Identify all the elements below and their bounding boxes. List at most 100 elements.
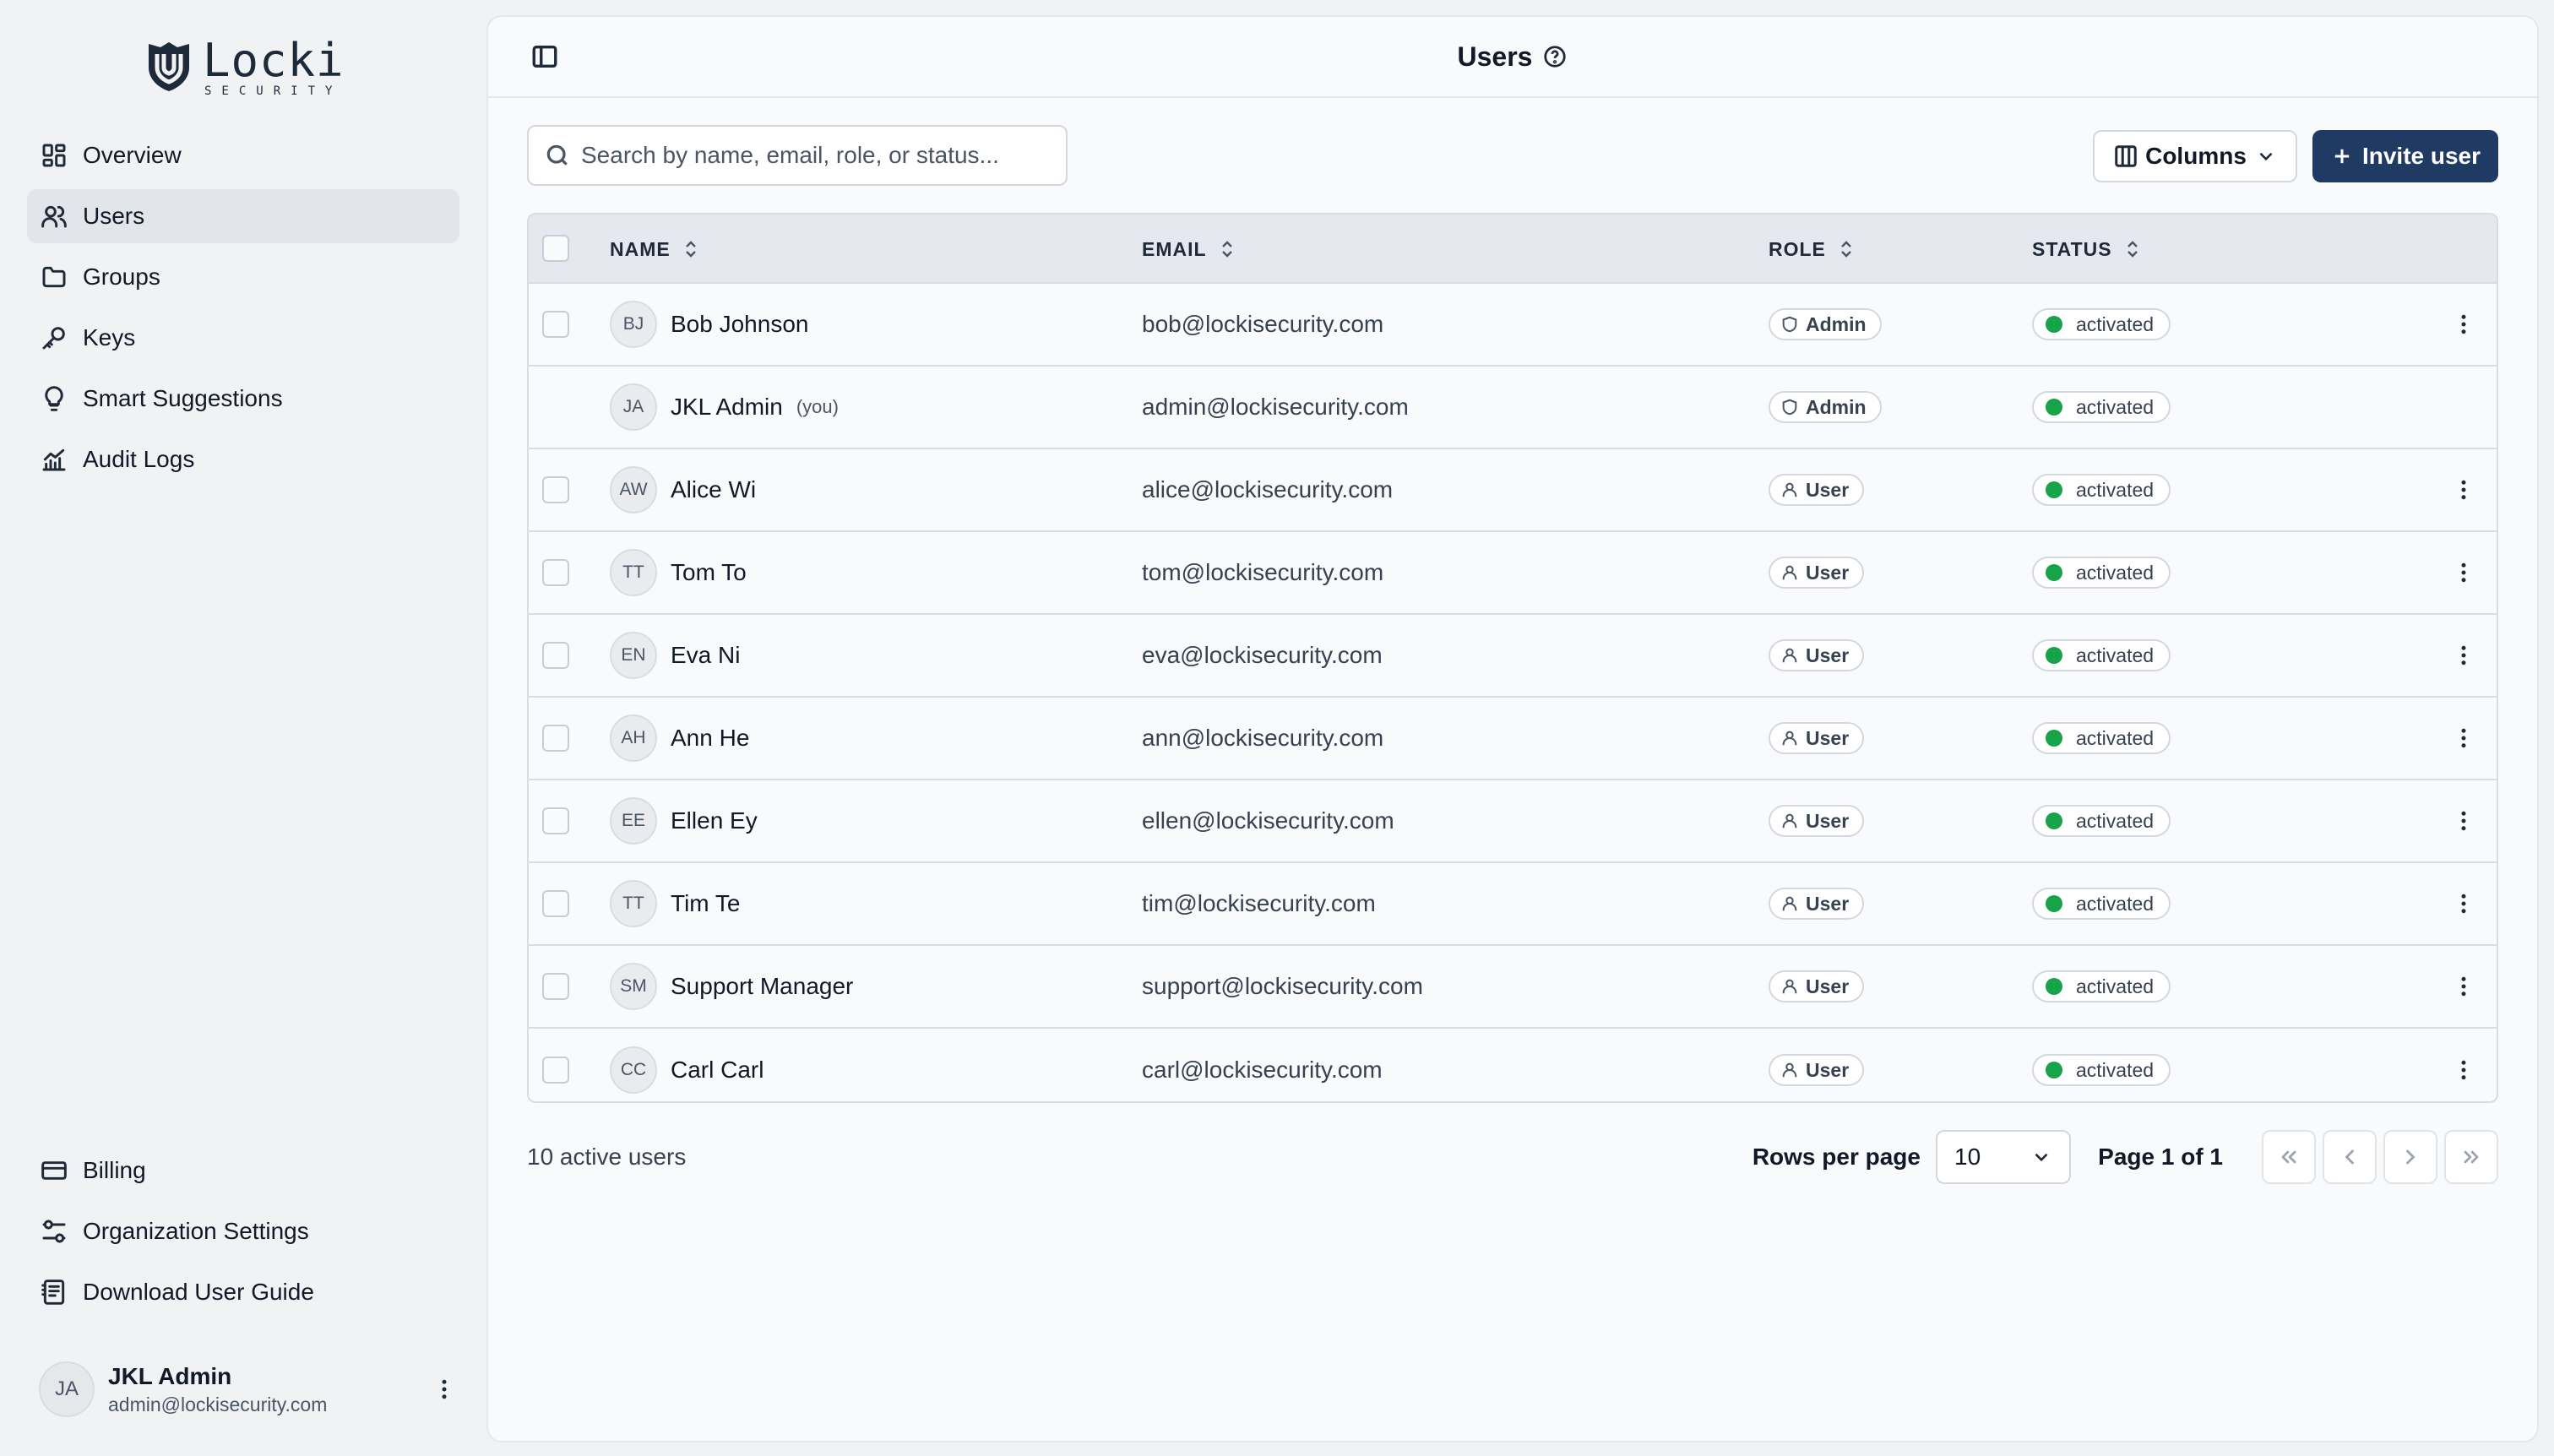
table-row[interactable]: EE Ellen Ey ellen@lockisecurity.com User act… <box>529 780 2497 863</box>
sidebar-item-groups[interactable]: Groups <box>27 250 459 304</box>
sidebar-item-keys[interactable]: Keys <box>27 311 459 365</box>
status-dot <box>2046 647 2062 664</box>
status-badge: activated <box>2032 557 2171 589</box>
columns-button[interactable]: Columns <box>2093 130 2297 182</box>
row-checkbox[interactable] <box>542 890 569 917</box>
column-header-label: EMAIL <box>1142 237 1207 260</box>
pagination <box>2255 1130 2498 1184</box>
status-dot <box>2046 316 2062 333</box>
sidebar-item-label: Download User Guide <box>83 1279 314 1305</box>
sidebar-item-label: Audit Logs <box>83 446 195 472</box>
sidebar-item-audit-logs[interactable]: Audit Logs <box>27 432 459 486</box>
next-page-button[interactable] <box>2383 1130 2437 1184</box>
sidebar-item-organization-settings[interactable]: Organization Settings <box>27 1204 459 1258</box>
more-vertical-icon <box>2461 1060 2466 1080</box>
user-icon <box>1782 896 1797 911</box>
current-user-card[interactable]: JA JKL Admin admin@lockisecurity.com <box>39 1360 461 1419</box>
previous-page-button[interactable] <box>2323 1130 2377 1184</box>
column-header-name[interactable]: NAME <box>610 215 701 284</box>
sidebar-toggle-icon[interactable] <box>530 42 561 73</box>
column-header-label: ROLE <box>1769 237 1826 260</box>
status-dot <box>2046 978 2062 995</box>
table-row[interactable]: BJ Bob Johnson bob@lockisecurity.com Admin a… <box>529 284 2497 367</box>
help-circle-icon[interactable] <box>1542 44 1568 69</box>
table-row[interactable]: TT Tim Te tim@lockisecurity.com User activat… <box>529 863 2497 946</box>
column-header-role[interactable]: ROLE <box>1769 215 1856 284</box>
user-icon <box>1782 979 1797 994</box>
column-header-status[interactable]: STATUS <box>2032 215 2143 284</box>
row-checkbox[interactable] <box>542 559 569 586</box>
row-actions-button[interactable] <box>2451 449 2476 530</box>
table-row[interactable]: EN Eva Ni eva@lockisecurity.com User activat… <box>529 615 2497 698</box>
sidebar-item-smart-suggestions[interactable]: Smart Suggestions <box>27 372 459 426</box>
more-vertical-icon[interactable] <box>427 1372 461 1406</box>
table-row[interactable]: JA JKL Admin (you) admin@lockisecurity.com A… <box>529 367 2497 449</box>
current-user-name: JKL Admin <box>108 1362 232 1389</box>
name-cell: JA JKL Admin (you) <box>610 367 839 448</box>
settings-sliders-icon <box>39 1216 69 1247</box>
row-actions-button[interactable] <box>2451 615 2476 696</box>
table-footer: 10 active users Rows per page 10 Page 1 … <box>527 1130 2498 1184</box>
shield-icon <box>1782 399 1797 416</box>
row-actions-button[interactable] <box>2451 698 2476 779</box>
status-badge: activated <box>2032 308 2171 340</box>
invite-user-button[interactable]: Invite user <box>2312 130 2498 182</box>
email-cell: ann@lockisecurity.com <box>1142 698 1383 779</box>
row-actions-button[interactable] <box>2451 1029 2476 1101</box>
sidebar: Locki SECURITY Overview Users Groups Key… <box>0 0 486 1456</box>
user-name: Ann He <box>671 725 750 751</box>
row-checkbox[interactable] <box>542 725 569 752</box>
table-row[interactable]: AW Alice Wi alice@lockisecurity.com User act… <box>529 449 2497 532</box>
sort-icon <box>1221 241 1232 258</box>
row-checkbox[interactable] <box>542 973 569 1000</box>
user-name: JKL Admin <box>671 394 783 420</box>
role-label: User <box>1806 975 1850 997</box>
rows-per-page-select[interactable]: 10 <box>1936 1130 2071 1184</box>
sidebar-item-users[interactable]: Users <box>27 189 459 243</box>
you-tag: (you) <box>796 396 839 417</box>
row-actions-button[interactable] <box>2451 532 2476 613</box>
avatar: TT <box>610 880 657 927</box>
table-row[interactable]: AH Ann He ann@lockisecurity.com User activat… <box>529 698 2497 780</box>
row-actions-button[interactable] <box>2451 863 2476 944</box>
select-all-checkbox[interactable] <box>542 235 569 262</box>
table-row[interactable]: SM Support Manager support@lockisecurity.c… <box>529 946 2497 1029</box>
status-badge: activated <box>2032 639 2171 671</box>
logo[interactable]: Locki SECURITY <box>145 38 345 98</box>
more-vertical-icon <box>2461 562 2466 583</box>
row-actions-button[interactable] <box>2451 284 2476 365</box>
row-checkbox[interactable] <box>542 476 569 503</box>
main-panel: Users Columns Invite user NAME <box>486 15 2539 1442</box>
row-actions-button[interactable] <box>2451 946 2476 1027</box>
search-input[interactable] <box>581 142 1054 169</box>
first-page-button[interactable] <box>2262 1130 2316 1184</box>
shield-logo-icon <box>149 42 189 91</box>
row-checkbox[interactable] <box>542 642 569 669</box>
last-page-button[interactable] <box>2444 1130 2498 1184</box>
status-cell: activated <box>2032 780 2171 861</box>
sidebar-item-download-user-guide[interactable]: Download User Guide <box>27 1265 459 1319</box>
sidebar-item-billing[interactable]: Billing <box>27 1144 459 1198</box>
status-dot <box>2046 812 2062 829</box>
sidebar-item-overview[interactable]: Overview <box>27 128 459 182</box>
row-checkbox[interactable] <box>542 807 569 834</box>
status-cell: activated <box>2032 698 2171 779</box>
table-row[interactable]: TT Tom To tom@lockisecurity.com User activat… <box>529 532 2497 615</box>
table-row[interactable]: CC Carl Carl carl@lockisecurity.com User act… <box>529 1029 2497 1101</box>
user-email: tom@lockisecurity.com <box>1142 559 1384 585</box>
search-box[interactable] <box>527 125 1068 186</box>
email-cell: support@lockisecurity.com <box>1142 946 1423 1027</box>
email-cell: tom@lockisecurity.com <box>1142 532 1383 613</box>
email-cell: eva@lockisecurity.com <box>1142 615 1383 696</box>
row-checkbox[interactable] <box>542 1057 569 1084</box>
more-vertical-icon <box>2461 976 2466 997</box>
row-actions-button[interactable] <box>2451 780 2476 861</box>
column-header-label: STATUS <box>2032 237 2112 260</box>
avatar: EN <box>610 632 657 679</box>
avatar: SM <box>610 963 657 1010</box>
rows-per-page-label: Rows per page <box>1752 1144 1921 1170</box>
role-cell: User <box>1769 780 1865 861</box>
page-header: Users <box>488 17 2537 98</box>
column-header-email[interactable]: EMAIL <box>1142 215 1237 284</box>
row-checkbox[interactable] <box>542 311 569 338</box>
